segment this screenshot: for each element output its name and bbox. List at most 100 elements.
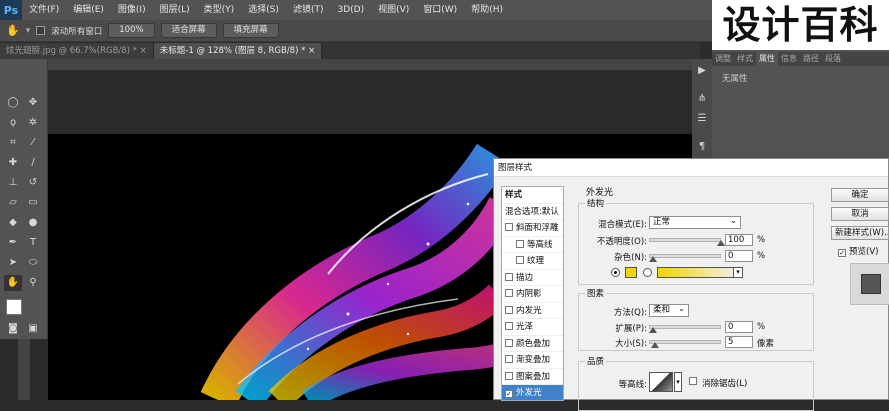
healing-brush-icon[interactable]: ✚ — [4, 155, 22, 171]
screen-mode-icon[interactable]: ▣ — [24, 321, 42, 337]
menu-item[interactable]: 滤镜(T) — [286, 0, 331, 20]
style-checkbox[interactable] — [505, 322, 513, 330]
style-checkbox[interactable] — [505, 223, 513, 231]
menu-item[interactable]: 3D(D) — [330, 0, 371, 20]
style-list-item[interactable]: 颜色叠加 — [502, 336, 563, 352]
preview-toggle[interactable]: ✓ 预览(V) — [838, 245, 878, 257]
menu-item[interactable]: 视图(V) — [371, 0, 416, 20]
hand-tool-icon[interactable]: ✋ — [6, 24, 20, 37]
style-checkbox[interactable] — [505, 355, 513, 363]
tab-adjustments[interactable]: 调整 — [712, 52, 734, 66]
brush-tool-icon[interactable]: ∕ — [24, 155, 42, 171]
tab-info[interactable]: 信息 — [778, 52, 800, 66]
noise-slider[interactable] — [649, 254, 721, 258]
tab-properties[interactable]: 属性 — [756, 52, 778, 66]
contour-picker[interactable] — [649, 372, 673, 392]
style-checkbox[interactable] — [505, 338, 513, 347]
style-checkbox[interactable] — [505, 289, 513, 297]
path-selection-icon[interactable]: ➤ — [4, 255, 22, 271]
style-list-item[interactable]: 混合选项:默认 — [502, 204, 563, 220]
play-icon[interactable]: ▶ — [693, 63, 711, 79]
paragraph-icon[interactable]: ¶ — [693, 139, 711, 155]
size-slider-knob[interactable] — [651, 342, 659, 348]
style-list-item[interactable]: 等高线 — [502, 237, 563, 253]
history-brush-icon[interactable]: ↺ — [24, 175, 42, 191]
ellipse-tool-icon[interactable]: ⬭ — [24, 255, 42, 271]
style-list-item[interactable]: 渐变叠加 — [502, 352, 563, 369]
menu-item[interactable]: 类型(Y) — [197, 0, 242, 20]
menu-item[interactable]: 帮助(H) — [464, 0, 510, 20]
tab-document-1[interactable]: 炫光翅膀.jpg @ 66.7%(RGB/8) * × — [0, 43, 154, 59]
fit-screen-button[interactable]: 适合屏幕 — [160, 23, 217, 38]
horizontal-ruler[interactable] — [18, 59, 700, 71]
zoom-100-button[interactable]: 100% — [108, 23, 155, 38]
tab-document-2[interactable]: 未标题-1 @ 128% (图层 8, RGB/8) * × — [153, 43, 323, 59]
blur-tool-icon[interactable]: ◆ — [4, 215, 22, 231]
crop-tool-icon[interactable]: ⌗ — [4, 135, 22, 151]
style-list-item[interactable]: 图案叠加 — [502, 369, 563, 385]
spread-slider[interactable] — [649, 325, 721, 329]
size-input[interactable]: 5 — [725, 336, 753, 348]
style-list-item[interactable]: 光泽 — [502, 319, 563, 336]
menu-item[interactable]: 窗口(W) — [416, 0, 464, 20]
opacity-slider-knob[interactable] — [717, 240, 725, 246]
eraser-icon[interactable]: ▱ — [4, 195, 22, 211]
chevron-down-icon[interactable]: ▾ — [733, 267, 743, 278]
gradient-radio[interactable] — [643, 268, 652, 277]
magic-wand-icon[interactable]: ✲ — [24, 115, 42, 131]
menu-item[interactable]: 图像(I) — [111, 0, 153, 20]
glow-color-swatch[interactable] — [625, 267, 637, 278]
style-list-item[interactable]: 内发光 — [502, 303, 563, 319]
menu-item[interactable]: 编辑(E) — [66, 0, 111, 20]
marquee-tool-icon[interactable]: ◯ — [4, 95, 22, 111]
preview-checkbox[interactable]: ✓ — [838, 249, 846, 257]
zoom-tool-icon[interactable]: ⚲ — [24, 275, 42, 291]
type-tool-icon[interactable]: T — [24, 235, 42, 251]
dodge-tool-icon[interactable]: ● — [24, 215, 42, 231]
tab-styles[interactable]: 样式 — [734, 52, 756, 66]
style-checkbox[interactable] — [505, 305, 513, 314]
style-checkbox[interactable] — [516, 256, 524, 264]
clone-stamp-icon[interactable]: ⊥ — [4, 175, 22, 191]
menu-item[interactable]: 选择(S) — [241, 0, 286, 20]
pen-tool-icon[interactable]: ✒ — [4, 235, 22, 251]
chevron-down-icon[interactable]: ▾ — [674, 372, 682, 392]
scroll-all-checkbox[interactable] — [36, 25, 46, 36]
style-list-item[interactable]: 纹理 — [502, 253, 563, 270]
quick-mask-icon[interactable]: ◙ — [4, 321, 22, 337]
styles-header[interactable]: 样式 — [502, 187, 563, 204]
move-tool-icon[interactable]: ✥ — [24, 95, 42, 111]
noise-input[interactable]: 0 — [725, 250, 753, 262]
fill-screen-button[interactable]: 填充屏幕 — [222, 23, 279, 38]
opacity-slider[interactable] — [649, 238, 721, 242]
size-slider[interactable] — [649, 340, 721, 344]
blend-mode-select[interactable]: 正常 — [649, 215, 741, 229]
style-checkbox[interactable] — [505, 371, 513, 380]
solid-color-radio[interactable] — [611, 268, 620, 277]
adjust-icon[interactable]: ⋔ — [693, 91, 711, 107]
eyedropper-icon[interactable]: ⁄ — [24, 135, 42, 151]
lasso-tool-icon[interactable]: ϙ — [4, 115, 22, 131]
gradient-tool-icon[interactable]: ▭ — [24, 195, 42, 211]
spread-input[interactable]: 0 — [725, 321, 753, 333]
close-icon[interactable]: × — [140, 46, 147, 56]
style-checkbox[interactable] — [505, 272, 513, 281]
method-select[interactable]: 柔和 — [649, 303, 689, 317]
opacity-input[interactable]: 100 — [725, 234, 753, 246]
noise-slider-knob[interactable] — [649, 256, 657, 262]
style-list-item[interactable]: 描边 — [502, 270, 563, 286]
glow-gradient-picker[interactable] — [657, 267, 741, 278]
hand-tool-icon[interactable]: ✋ — [4, 275, 22, 291]
sliders-icon[interactable]: ☰ — [693, 111, 711, 127]
foreground-color-swatch[interactable] — [6, 299, 22, 315]
ok-button[interactable]: 确定 — [831, 188, 889, 202]
close-icon[interactable]: × — [308, 46, 315, 56]
new-style-button[interactable]: 新建样式(W)... — [831, 226, 889, 240]
style-list-item[interactable]: ✓ 外发光 — [502, 385, 563, 400]
tab-paragraph[interactable]: 段落 — [822, 52, 844, 66]
menu-item[interactable]: 文件(F) — [22, 0, 66, 20]
style-list-item[interactable]: 斜面和浮雕 — [502, 220, 563, 237]
style-checkbox[interactable] — [516, 239, 524, 248]
menu-item[interactable]: 图层(L) — [153, 0, 197, 20]
style-checkbox[interactable]: ✓ — [505, 390, 513, 398]
